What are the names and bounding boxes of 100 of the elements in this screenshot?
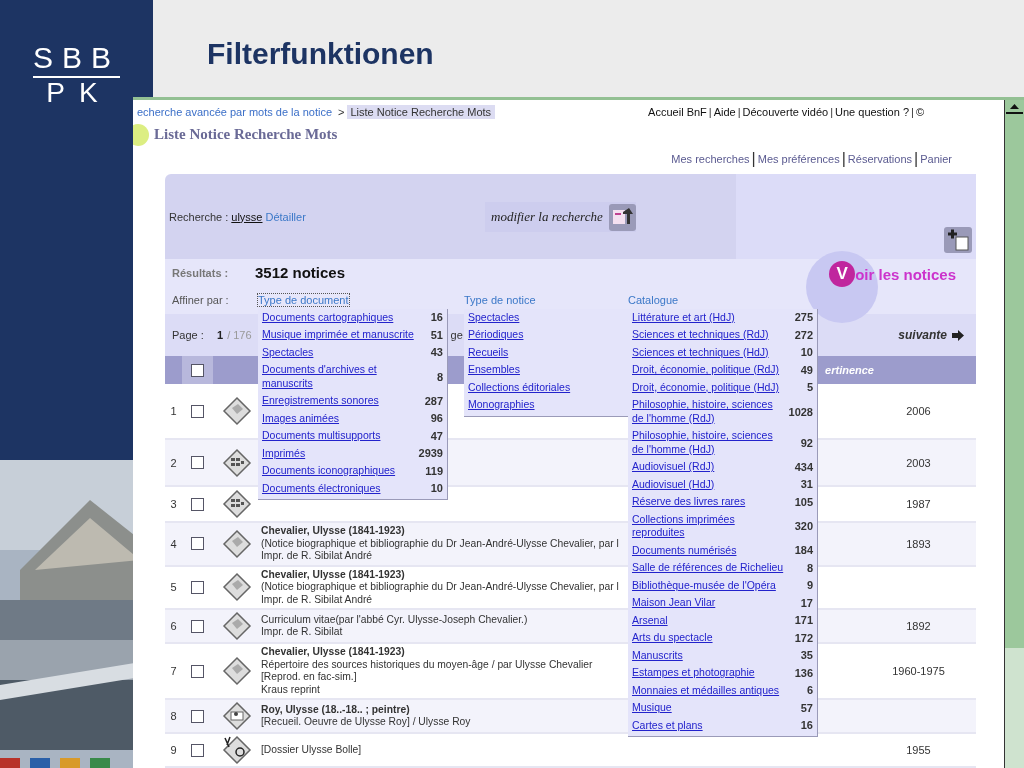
record-date: 2006 bbox=[905, 405, 932, 417]
facet-option-link[interactable]: Sciences et techniques (HdJ) bbox=[632, 345, 784, 359]
record-author[interactable]: Chevalier, Ulysse (1841-1923) bbox=[261, 525, 627, 538]
row-checkbox[interactable] bbox=[191, 709, 204, 723]
header-link[interactable]: Accueil BnF bbox=[648, 106, 707, 119]
facet-option-link[interactable]: Droit, économie, politique (HdJ) bbox=[632, 380, 784, 394]
page-title: Liste Notice Recherche Mots bbox=[154, 126, 338, 144]
facet-option-link[interactable]: Documents iconographiques bbox=[262, 464, 414, 478]
facet-option-link[interactable]: Manuscrits bbox=[632, 648, 784, 662]
view-notices-button[interactable]: V oir les notices bbox=[829, 261, 956, 287]
facet-option-link[interactable]: Documents multisupports bbox=[262, 429, 414, 443]
facet-option-link[interactable]: Musique bbox=[632, 701, 784, 715]
facet-option-link[interactable]: Estampes et photographie bbox=[632, 666, 784, 680]
row-checkbox[interactable] bbox=[191, 743, 204, 757]
header-link[interactable]: Découverte vidéo bbox=[742, 106, 829, 119]
facet-option-link[interactable]: Documents numérisés bbox=[632, 543, 784, 557]
facet-count: 9 bbox=[806, 579, 813, 592]
facet-option-link[interactable]: Recueils bbox=[468, 345, 620, 359]
breadcrumb-link[interactable]: echerche avancée par mots de la notice bbox=[133, 105, 337, 120]
document-icon bbox=[222, 396, 252, 426]
modify-search-button[interactable]: modifier la recherche bbox=[485, 202, 636, 232]
facet-option-link[interactable]: Images animées bbox=[262, 411, 414, 425]
facet-count: 47 bbox=[430, 429, 443, 442]
account-link[interactable]: Réservations bbox=[847, 153, 913, 166]
facet-count: 119 bbox=[425, 464, 443, 477]
facet-option-link[interactable]: Documents électroniques bbox=[262, 481, 414, 495]
row-number: 6 bbox=[169, 620, 178, 632]
facet-option-link[interactable]: Arsenal bbox=[632, 613, 784, 627]
record-author[interactable]: Chevalier, Ulysse (1841-1923) bbox=[261, 646, 627, 659]
facet-option-link[interactable]: Périodiques bbox=[468, 328, 620, 342]
facet-option-link[interactable]: Enregistrements sonores bbox=[262, 394, 414, 408]
header-link[interactable]: © bbox=[915, 106, 924, 119]
account-link[interactable]: Mes recherches bbox=[671, 153, 750, 166]
record-text: Répertoire des sources historiques du moyen-âge / par Ulysse Chevalier bbox=[261, 658, 594, 671]
facet-option-link[interactable]: Réserve des livres rares bbox=[632, 495, 784, 509]
facet-option-link[interactable]: Imprimés bbox=[262, 446, 414, 460]
record-text: Curriculum vitae(par l'abbé Cyr. Ulysse-Joseph Chevalier.) bbox=[261, 613, 529, 626]
account-link[interactable]: Mes préférences bbox=[757, 153, 840, 166]
header-link[interactable]: Aide bbox=[713, 106, 736, 119]
add-to-cart-icon[interactable] bbox=[944, 227, 972, 253]
row-checkbox[interactable] bbox=[191, 537, 204, 551]
row-checkbox[interactable] bbox=[191, 664, 204, 678]
header-link[interactable]: Une question ? bbox=[835, 106, 910, 119]
facet-option-link[interactable]: Monographies bbox=[468, 398, 620, 412]
facet-count: 96 bbox=[430, 412, 443, 425]
facet-option-link[interactable]: Littérature et art (HdJ) bbox=[632, 310, 784, 324]
facet-option-link[interactable]: Spectacles bbox=[262, 345, 414, 359]
next-page-button[interactable]: suivante bbox=[892, 327, 970, 343]
record-author[interactable]: Roy, Ulysse (18..-18.. ; peintre) bbox=[261, 703, 627, 716]
facet-option-link[interactable]: Documents cartographiques bbox=[262, 310, 414, 324]
facet-count: 43 bbox=[430, 346, 443, 359]
facet-option-link[interactable]: Musique imprimée et manuscrite bbox=[262, 328, 414, 342]
row-checkbox[interactable] bbox=[191, 404, 204, 418]
facet-count: 272 bbox=[794, 328, 813, 341]
facet-option-link[interactable]: Audiovisuel (HdJ) bbox=[632, 477, 784, 491]
facet-option-link[interactable]: Sciences et techniques (RdJ) bbox=[632, 328, 784, 342]
record-text: Impr. de R. Sibilat André bbox=[261, 550, 374, 563]
facet-option-link[interactable]: Audiovisuel (RdJ) bbox=[632, 460, 784, 474]
facet-count: 136 bbox=[794, 666, 813, 679]
facet-option-link[interactable]: Cartes et plans bbox=[632, 718, 784, 732]
slide-title: Filterfunktionen bbox=[206, 35, 435, 72]
facet-count: 35 bbox=[800, 649, 813, 662]
facet-option-link[interactable]: Philosophie, histoire, sciences de l'homme (HdJ) bbox=[632, 429, 784, 456]
facet-option-link[interactable]: Arts du spectacle bbox=[632, 631, 784, 645]
facet-option-link[interactable]: Collections imprimées reproduites bbox=[632, 512, 784, 540]
separator: > bbox=[338, 106, 345, 119]
row-number: 4 bbox=[169, 537, 178, 550]
facet-count: 275 bbox=[794, 311, 813, 324]
select-all-checkbox[interactable] bbox=[191, 363, 204, 377]
facet-option-link[interactable]: Ensembles bbox=[468, 363, 620, 377]
search-query-link[interactable]: ulysse bbox=[231, 210, 263, 223]
record-text: [Reprod. en fac-sim.] bbox=[261, 671, 358, 684]
facet-count: 16 bbox=[430, 311, 443, 324]
facet-option-link[interactable]: Spectacles bbox=[468, 310, 620, 324]
row-checkbox[interactable] bbox=[191, 456, 204, 469]
facet-count: 105 bbox=[794, 495, 813, 508]
facet-option-link[interactable]: Maison Jean Vilar bbox=[632, 596, 784, 610]
account-link[interactable]: Panier bbox=[920, 153, 952, 166]
facet-count: 8 bbox=[436, 370, 443, 383]
facet-option-link[interactable]: Documents d'archives et manuscrits bbox=[262, 363, 414, 390]
row-checkbox[interactable] bbox=[191, 580, 204, 594]
facet-option-link[interactable]: Philosophie, histoire, sciences de l'homme (RdJ) bbox=[632, 398, 784, 425]
record-author[interactable]: Chevalier, Ulysse (1841-1923) bbox=[261, 568, 627, 581]
facet-option-link[interactable]: Bibliothèque-musée de l'Opéra bbox=[632, 578, 784, 592]
record-text: Kraus reprint bbox=[261, 683, 321, 696]
facet-option-link[interactable]: Collections éditoriales bbox=[468, 380, 620, 394]
facet-option-link[interactable]: Droit, économie, politique (RdJ) bbox=[632, 363, 784, 377]
bullet-dot bbox=[133, 123, 149, 146]
breadcrumb-link[interactable]: Liste Notice Recherche Mots bbox=[346, 105, 496, 120]
results-label: Résultats : bbox=[172, 266, 230, 279]
row-number: 9 bbox=[169, 744, 178, 756]
row-checkbox[interactable] bbox=[191, 619, 204, 633]
facet-option-link[interactable]: Monnaies et médailles antiques bbox=[632, 683, 784, 697]
row-number: 2 bbox=[169, 456, 178, 469]
facet-option-link[interactable]: Salle de références de Richelieu bbox=[632, 561, 784, 575]
facet-count: 51 bbox=[430, 328, 443, 341]
row-checkbox[interactable] bbox=[191, 497, 204, 511]
scrollbar[interactable] bbox=[1004, 100, 1024, 768]
separator: | bbox=[708, 106, 712, 119]
facet-count: 171 bbox=[794, 614, 813, 627]
